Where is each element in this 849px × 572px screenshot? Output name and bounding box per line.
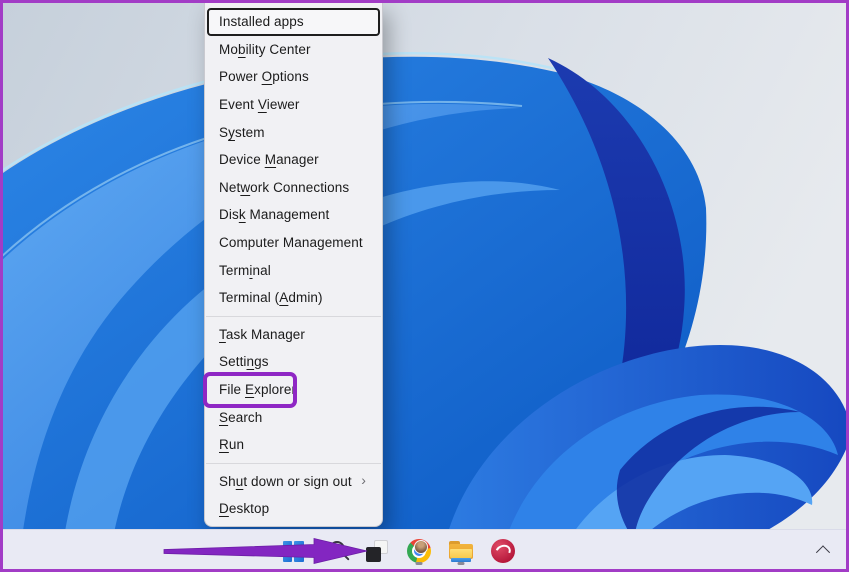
menu-item-label: Disk Management — [219, 207, 329, 222]
menu-item-system[interactable]: System — [210, 118, 377, 146]
menu-item-label: Computer Management — [219, 235, 363, 250]
profile-avatar — [414, 540, 428, 554]
menu-item-task-manager[interactable]: Task Manager — [210, 321, 377, 349]
running-indicator — [416, 562, 423, 565]
menu-item-run[interactable]: Run — [210, 431, 377, 459]
winx-menu-list: Installed apps Mobility Center Power Optio… — [205, 8, 382, 523]
task-view-icon — [366, 540, 388, 562]
menu-item-label: Desktop — [219, 501, 269, 516]
menu-item-label: Terminal — [219, 263, 271, 278]
menu-item-device-manager[interactable]: Device Manager — [210, 146, 377, 174]
arrow-annotation — [163, 536, 369, 566]
menu-separator — [205, 312, 382, 321]
file-explorer-icon — [449, 541, 474, 562]
menu-item-label: Settings — [219, 354, 269, 369]
wallpaper-bloom — [0, 0, 849, 572]
menu-item-label: Power Options — [219, 69, 309, 84]
menu-item-computer-management[interactable]: Computer Management — [210, 229, 377, 257]
menu-item-label: Device Manager — [219, 152, 319, 167]
menu-item-disk-management[interactable]: Disk Management — [210, 201, 377, 229]
menu-separator — [205, 459, 382, 468]
red-app-button[interactable] — [490, 536, 516, 566]
red-circle-app-icon — [491, 539, 515, 563]
chevron-up-icon — [816, 545, 830, 559]
file-explorer-button[interactable] — [448, 536, 474, 566]
desktop: Installed apps Mobility Center Power Optio… — [0, 0, 849, 572]
submenu-chevron-icon: › — [361, 473, 366, 487]
show-hidden-icons-button[interactable] — [809, 530, 837, 572]
menu-item-file-explorer[interactable]: File Explorer — [210, 376, 377, 404]
menu-item-label: Search — [219, 410, 262, 425]
menu-item-settings[interactable]: Settings — [210, 348, 377, 376]
menu-item-network-connections[interactable]: Network Connections — [210, 174, 377, 202]
menu-item-label: Network Connections — [219, 180, 349, 195]
menu-item-terminal[interactable]: Terminal — [210, 256, 377, 284]
menu-item-terminal-admin[interactable]: Terminal (Admin) — [210, 284, 377, 312]
menu-item-label: Shut down or sign out — [219, 474, 352, 489]
chrome-button[interactable] — [406, 536, 432, 566]
menu-item-label: Event Viewer — [219, 97, 300, 112]
menu-item-installed-apps[interactable]: Installed apps — [207, 8, 380, 36]
menu-item-power-options[interactable]: Power Options — [210, 63, 377, 91]
menu-item-search[interactable]: Search — [210, 403, 377, 431]
menu-item-label: Run — [219, 437, 244, 452]
taskbar — [0, 529, 849, 572]
menu-item-label: Installed apps — [219, 14, 304, 29]
menu-item-label: Terminal (Admin) — [219, 290, 323, 305]
winx-menu: Installed apps Mobility Center Power Optio… — [204, 3, 383, 527]
menu-item-label: System — [219, 125, 265, 140]
running-indicator — [458, 562, 465, 565]
menu-item-shut-down-or-sign-out[interactable]: Shut down or sign out › — [210, 468, 377, 496]
menu-item-desktop[interactable]: Desktop — [210, 495, 377, 523]
menu-item-mobility-center[interactable]: Mobility Center — [210, 36, 377, 64]
menu-item-label: File Explorer — [219, 382, 296, 397]
menu-item-event-viewer[interactable]: Event Viewer — [210, 91, 377, 119]
menu-item-label: Mobility Center — [219, 42, 311, 57]
menu-item-label: Task Manager — [219, 327, 305, 342]
chrome-icon — [407, 539, 431, 563]
